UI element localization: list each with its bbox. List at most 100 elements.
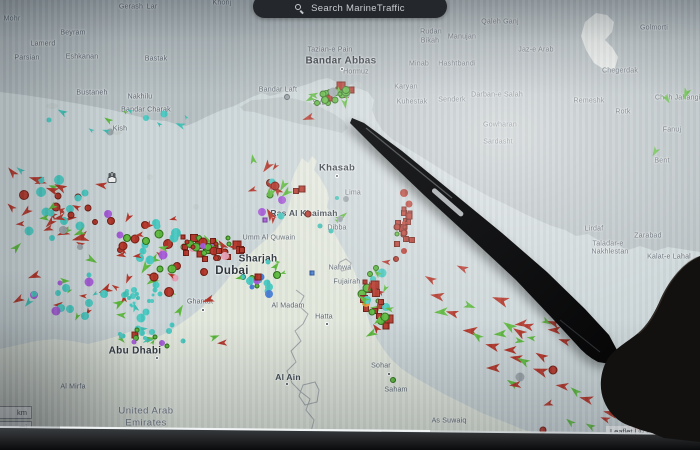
- vessel-marker-red-arrow[interactable]: [533, 348, 549, 363]
- vessel-marker-red-arrow[interactable]: [19, 205, 34, 220]
- vessel-marker-green-circle[interactable]: [142, 237, 150, 245]
- vessel-marker-red-arrow[interactable]: [599, 414, 611, 425]
- vessel-marker-red-circle[interactable]: [200, 268, 208, 276]
- vessel-marker-purple-dot[interactable]: [116, 231, 123, 238]
- vessel-marker-teal-arrow[interactable]: [126, 108, 134, 115]
- vessel-marker-green-arrow[interactable]: [649, 146, 661, 159]
- vessel-marker-red-arrow[interactable]: [201, 294, 215, 307]
- vessel-marker-cyan-dot[interactable]: [143, 336, 147, 340]
- vessel-marker-green-circle[interactable]: [321, 96, 329, 104]
- vessel-marker-teal-arrow[interactable]: [174, 120, 186, 131]
- vessel-marker-red-square[interactable]: [394, 241, 400, 247]
- vessel-marker-red-arrow[interactable]: [635, 396, 649, 408]
- vessel-marker-red-circle[interactable]: [548, 366, 557, 375]
- vessel-marker-red-square[interactable]: [409, 237, 415, 243]
- vessel-marker-red-arrow[interactable]: [680, 364, 696, 378]
- vessel-marker-red-circle[interactable]: [107, 217, 115, 225]
- vessel-marker-cyan-dot[interactable]: [74, 194, 81, 201]
- vessel-marker-cyan-dot[interactable]: [47, 209, 54, 216]
- vessel-marker-green-arrow[interactable]: [661, 93, 673, 106]
- vessel-marker-red-arrow[interactable]: [79, 292, 87, 299]
- vessel-marker-red-arrow[interactable]: [11, 293, 26, 307]
- vessel-marker-red-circle[interactable]: [150, 272, 159, 281]
- vessel-marker-gray-dot[interactable]: [515, 372, 524, 381]
- vessel-marker-red-circle[interactable]: [270, 181, 279, 190]
- vessel-marker-cyan-dot[interactable]: [152, 219, 160, 227]
- vessel-marker-gray-dot[interactable]: [77, 244, 83, 250]
- vessel-marker-red-circle[interactable]: [85, 205, 92, 212]
- vessel-marker-teal-arrow[interactable]: [56, 106, 69, 118]
- vessel-marker-red-arrow[interactable]: [168, 215, 177, 223]
- vessel-marker-red-arrow[interactable]: [531, 363, 549, 379]
- vessel-marker-green-arrow[interactable]: [173, 303, 187, 318]
- vessel-marker-purple-dot[interactable]: [258, 208, 266, 216]
- vessel-marker-cyan-dot[interactable]: [130, 304, 133, 307]
- vessel-marker-red-circle[interactable]: [19, 190, 29, 200]
- vessel-marker-purple-dot[interactable]: [51, 306, 60, 315]
- vessel-marker-red-arrow[interactable]: [484, 339, 500, 353]
- vessel-marker-cyan-dot[interactable]: [266, 260, 271, 265]
- vessel-marker-cyan-dot[interactable]: [132, 301, 135, 304]
- vessel-marker-red-arrow[interactable]: [381, 258, 391, 266]
- vessel-marker-green-arrow[interactable]: [248, 153, 258, 164]
- vessel-marker-teal-dot[interactable]: [123, 291, 129, 297]
- vessel-marker-cyan-dot[interactable]: [81, 312, 89, 320]
- vessel-marker-red-arrow[interactable]: [555, 380, 569, 392]
- vessel-marker-cyan-dot[interactable]: [31, 291, 37, 297]
- vessel-marker-green-circle[interactable]: [319, 90, 326, 97]
- vessel-marker-green-circle[interactable]: [314, 100, 320, 106]
- vessel-marker-cyan-dot[interactable]: [100, 290, 108, 298]
- vessel-marker-red-square[interactable]: [293, 188, 299, 194]
- vessel-marker-red-arrow[interactable]: [423, 272, 438, 286]
- vessel-marker-cyan-dot[interactable]: [161, 110, 168, 117]
- vessel-marker-red-square[interactable]: [378, 299, 384, 305]
- vessel-marker-blue-dot[interactable]: [265, 290, 273, 298]
- vessel-marker-green-arrow[interactable]: [680, 87, 693, 101]
- vessel-marker-teal-dot[interactable]: [317, 223, 322, 228]
- vessel-marker-green-arrow[interactable]: [209, 332, 221, 343]
- vessel-marker-red-square[interactable]: [202, 256, 208, 262]
- vessel-marker-teal-dot[interactable]: [127, 296, 131, 300]
- vessel-marker-gray-circle[interactable]: [284, 94, 290, 100]
- vessel-marker-gray-dot[interactable]: [329, 88, 338, 97]
- vessel-marker-cyan-dot[interactable]: [81, 189, 88, 196]
- vessel-marker-green-circle[interactable]: [225, 236, 230, 241]
- vessel-marker-cyan-dot[interactable]: [277, 213, 284, 220]
- vessel-marker-red-arrow[interactable]: [301, 112, 315, 125]
- vessel-marker-red-circle[interactable]: [305, 211, 312, 218]
- vessel-marker-red-circle[interactable]: [393, 256, 399, 262]
- vessel-marker-red-square[interactable]: [401, 206, 406, 211]
- vessel-marker-teal-dot[interactable]: [328, 228, 333, 233]
- vessel-marker-cyan-dot[interactable]: [139, 247, 146, 254]
- vessel-marker-green-arrow[interactable]: [514, 336, 525, 346]
- vessel-marker-teal-dot[interactable]: [136, 296, 140, 300]
- vessel-marker-green-arrow[interactable]: [72, 312, 81, 322]
- vessel-marker-red-arrow[interactable]: [122, 272, 133, 284]
- vessel-marker-red-arrow[interactable]: [15, 220, 25, 228]
- vessel-marker-green-arrow[interactable]: [10, 240, 25, 255]
- vessel-marker-red-circle[interactable]: [400, 230, 407, 237]
- vessel-marker-green-circle[interactable]: [157, 266, 164, 273]
- vessel-marker-cyan-dot[interactable]: [55, 290, 61, 296]
- vessel-marker-green-arrow[interactable]: [564, 416, 577, 429]
- vessel-marker-green-arrow[interactable]: [463, 300, 477, 313]
- vessel-marker-red-arrow[interactable]: [542, 399, 554, 410]
- map-attribution[interactable]: Leaflet | © M: [606, 426, 698, 437]
- vessel-marker-red-circle[interactable]: [118, 242, 127, 251]
- search-bar[interactable]: Search MarineTraffic: [253, 0, 447, 18]
- vessel-marker-red-arrow[interactable]: [503, 345, 516, 355]
- vessel-marker-green-arrow[interactable]: [584, 420, 597, 432]
- vessel-marker-purple-dot[interactable]: [84, 277, 93, 286]
- vessel-marker-red-dot[interactable]: [401, 248, 407, 254]
- vessel-marker-red-circle[interactable]: [394, 224, 401, 231]
- vessel-marker-cyan-dot[interactable]: [166, 328, 172, 334]
- vessel-marker-green-circle[interactable]: [226, 241, 231, 246]
- vessel-marker-cyan-dot[interactable]: [85, 299, 93, 307]
- vessel-marker-cyan-dot[interactable]: [131, 287, 137, 293]
- vessel-marker-gray-dot[interactable]: [337, 216, 343, 222]
- vessel-marker-red-arrow[interactable]: [4, 201, 17, 214]
- vessel-marker-cyan-dot[interactable]: [169, 322, 174, 327]
- vessel-marker-green-circle[interactable]: [373, 265, 379, 271]
- vessel-marker-red-arrow[interactable]: [26, 269, 42, 283]
- vessel-marker-green-arrow[interactable]: [568, 384, 583, 399]
